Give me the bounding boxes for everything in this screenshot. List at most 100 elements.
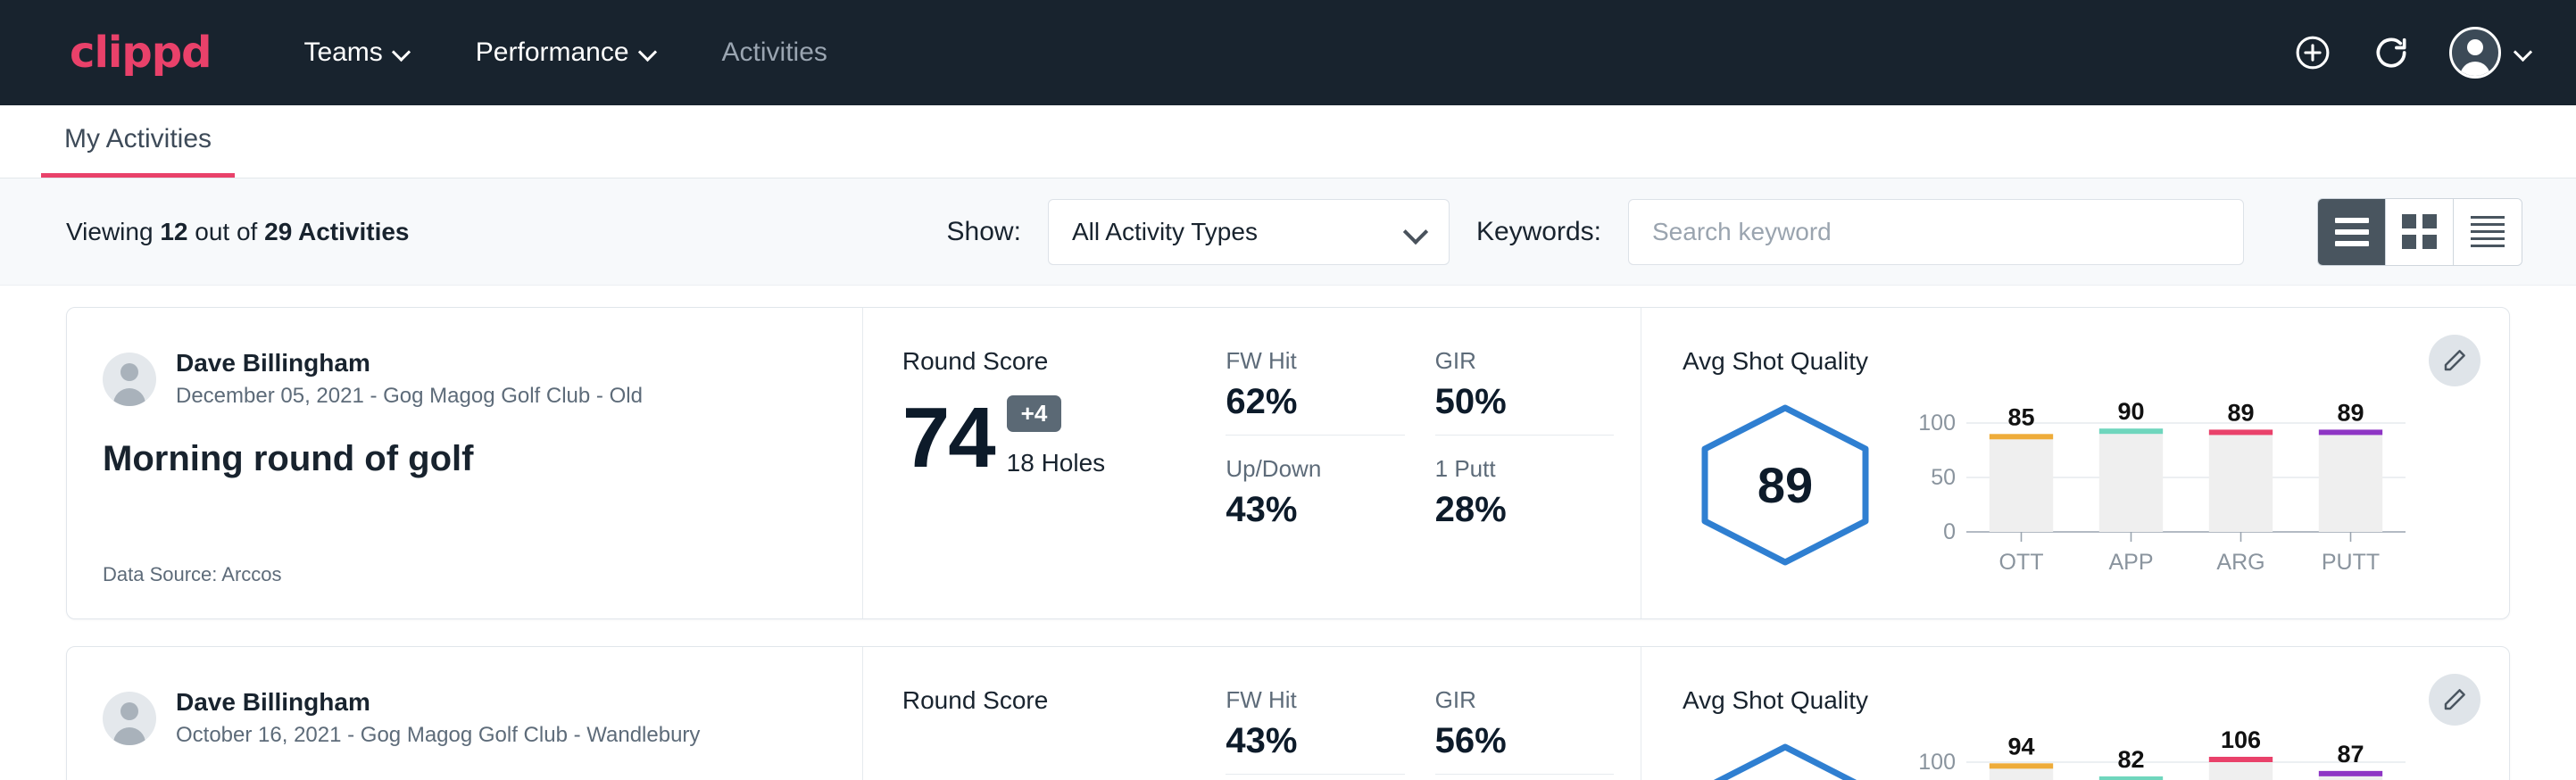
player-row: Dave Billingham October 16, 2021 - Gog M… [103, 686, 827, 750]
round-score-panel: Round Score 74 +4 18 Holes [863, 308, 1217, 618]
viewing-total: 29 Activities [264, 218, 409, 245]
nav-item-activities-label: Activities [722, 37, 827, 68]
stat-up-down: Up/Down 43% [1226, 455, 1404, 543]
stat-fw-hit: FW Hit 43% [1226, 686, 1404, 775]
round-score-label: Round Score [902, 686, 1217, 715]
activity-card[interactable]: Dave Billingham December 05, 2021 - Gog … [66, 307, 2510, 619]
shot-quality-panel: Avg Shot Quality 05010094OTT82APP106ARG8… [1641, 647, 2509, 780]
activity-meta: October 16, 2021 - Gog Magog Golf Club -… [176, 721, 700, 750]
svg-text:82: 82 [2117, 746, 2144, 773]
nav-actions [2292, 27, 2533, 79]
nav-item-teams[interactable]: Teams [282, 25, 432, 80]
pencil-icon [2441, 686, 2468, 713]
chevron-down-icon [2515, 44, 2533, 62]
stat-fw-hit: FW Hit 62% [1226, 347, 1404, 436]
app-logo[interactable]: clippd [70, 28, 211, 78]
shot-quality-label: Avg Shot Quality [1683, 686, 2411, 715]
stats-grid: FW Hit 43% GIR 56% [1217, 647, 1641, 780]
score-diff-badge: +4 [1007, 395, 1062, 432]
stat-label: GIR [1435, 686, 1614, 714]
shot-quality-value: 89 [1683, 456, 1888, 514]
stats-grid: FW Hit 62% GIR 50% Up/Down 43% 1 Putt 28… [1217, 308, 1641, 618]
shot-quality-body: 05010094OTT82APP106ARG87PUTT [1683, 722, 2411, 780]
nav-item-performance[interactable]: Performance [454, 25, 679, 80]
stat-gir: GIR 56% [1435, 686, 1614, 775]
svg-text:0: 0 [1943, 519, 1956, 544]
stat-value: 50% [1435, 382, 1614, 422]
activity-type-select-value: All Activity Types [1072, 218, 1258, 246]
stat-label: Up/Down [1226, 455, 1404, 483]
view-mode-toggle [2317, 198, 2522, 266]
tab-strip: My Activities [0, 105, 2576, 178]
search-input[interactable] [1628, 199, 2244, 265]
compact-view-button[interactable] [2454, 199, 2522, 265]
tab-my-activities-label: My Activities [64, 124, 212, 154]
stat-label: 1 Putt [1435, 455, 1614, 483]
svg-text:100: 100 [1918, 411, 1956, 436]
keywords-label: Keywords: [1476, 217, 1601, 247]
bar-chart: 05010085OTT90APP89ARG89PUTT [1911, 391, 2411, 578]
tab-my-activities[interactable]: My Activities [41, 105, 235, 178]
avatar [2449, 27, 2501, 79]
stat-one-putt: 1 Putt 28% [1435, 455, 1614, 543]
top-navbar: clippd Teams Performance Activities [0, 0, 2576, 105]
round-score-panel: Round Score [863, 647, 1217, 780]
activity-data-source: Data Source: Arccos [103, 563, 827, 586]
svg-text:ARG: ARG [2216, 550, 2264, 575]
stat-value: 43% [1226, 490, 1404, 530]
shot-quality-hexagon [1683, 742, 1888, 780]
activity-title: Morning round of golf [103, 439, 827, 479]
nav-item-performance-label: Performance [476, 37, 629, 68]
grid-view-icon [2402, 214, 2437, 249]
svg-text:90: 90 [2117, 398, 2144, 425]
player-row: Dave Billingham December 05, 2021 - Gog … [103, 347, 827, 411]
shot-quality-chart: 05010085OTT90APP89ARG89PUTT [1911, 391, 2411, 578]
filter-controls: Show: All Activity Types Keywords: [947, 198, 2522, 266]
stat-value: 28% [1435, 490, 1614, 530]
holes-played: 18 Holes [1007, 449, 1106, 477]
chevron-down-icon [1406, 222, 1425, 242]
shot-quality-body: 89 05010085OTT90APP89ARG89PUTT [1683, 383, 2411, 586]
viewing-prefix: Viewing [66, 218, 154, 245]
stat-label: GIR [1435, 347, 1614, 375]
avatar [103, 692, 156, 745]
viewing-summary: Viewing 12 out of 29 Activities [66, 218, 410, 246]
avatar [103, 353, 156, 406]
svg-text:PUTT: PUTT [2322, 550, 2380, 575]
chevron-down-icon [640, 44, 658, 62]
list-view-button[interactable] [2318, 199, 2386, 265]
activity-info: Dave Billingham October 16, 2021 - Gog M… [67, 647, 863, 780]
edit-activity-button[interactable] [2429, 335, 2480, 386]
svg-text:87: 87 [2337, 741, 2364, 768]
svg-text:85: 85 [2007, 403, 2034, 430]
add-circle-icon[interactable] [2292, 32, 2333, 73]
stat-value: 43% [1226, 721, 1404, 761]
shot-quality-label: Avg Shot Quality [1683, 347, 2411, 376]
show-label: Show: [947, 217, 1021, 247]
chevron-down-icon [394, 44, 411, 62]
activity-card[interactable]: Dave Billingham October 16, 2021 - Gog M… [66, 646, 2510, 780]
stat-value: 56% [1435, 721, 1614, 761]
round-score-label: Round Score [902, 347, 1217, 376]
svg-text:APP: APP [2108, 550, 2153, 575]
svg-text:OTT: OTT [1998, 550, 2043, 575]
viewing-count: 12 [160, 218, 187, 245]
filter-bar: Viewing 12 out of 29 Activities Show: Al… [0, 178, 2576, 286]
activity-list: Dave Billingham December 05, 2021 - Gog … [0, 286, 2576, 780]
nav-item-activities[interactable]: Activities [701, 25, 849, 80]
stat-gir: GIR 50% [1435, 347, 1614, 436]
pencil-icon [2441, 347, 2468, 374]
list-view-icon [2335, 218, 2369, 246]
player-name: Dave Billingham [176, 347, 643, 378]
svg-text:50: 50 [1931, 465, 1956, 490]
activity-type-select[interactable]: All Activity Types [1048, 199, 1450, 265]
refresh-icon[interactable] [2371, 32, 2412, 73]
viewing-middle: out of [195, 218, 257, 245]
edit-activity-button[interactable] [2429, 674, 2480, 726]
svg-text:94: 94 [2007, 733, 2034, 759]
account-menu[interactable] [2449, 27, 2533, 79]
stat-value: 62% [1226, 382, 1404, 422]
grid-view-button[interactable] [2386, 199, 2454, 265]
round-score-value: 74 [902, 399, 994, 477]
svg-text:89: 89 [2337, 399, 2364, 426]
